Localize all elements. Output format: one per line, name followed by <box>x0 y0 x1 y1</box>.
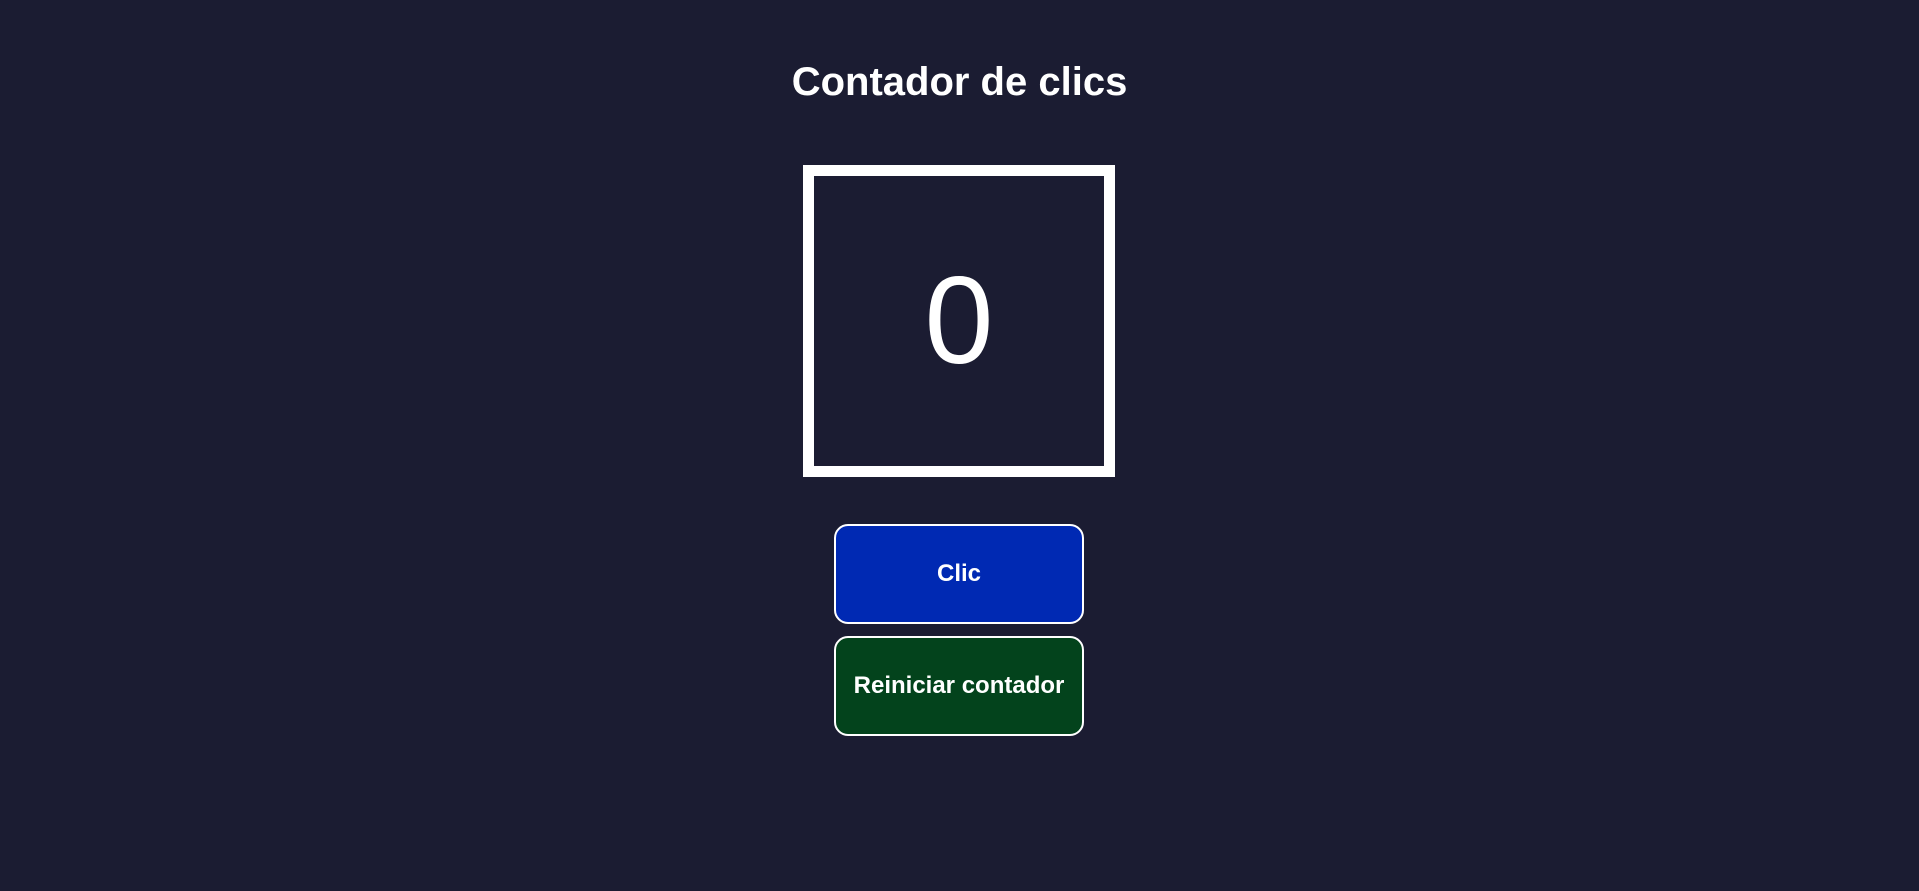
counter-display: 0 <box>803 165 1115 477</box>
counter-value: 0 <box>924 252 994 390</box>
counter-app: Contador de clics 0 Clic Reiniciar conta… <box>0 0 1919 891</box>
click-button[interactable]: Clic <box>834 524 1084 624</box>
page-title: Contador de clics <box>791 60 1128 104</box>
reset-counter-button[interactable]: Reiniciar contador <box>834 636 1084 736</box>
